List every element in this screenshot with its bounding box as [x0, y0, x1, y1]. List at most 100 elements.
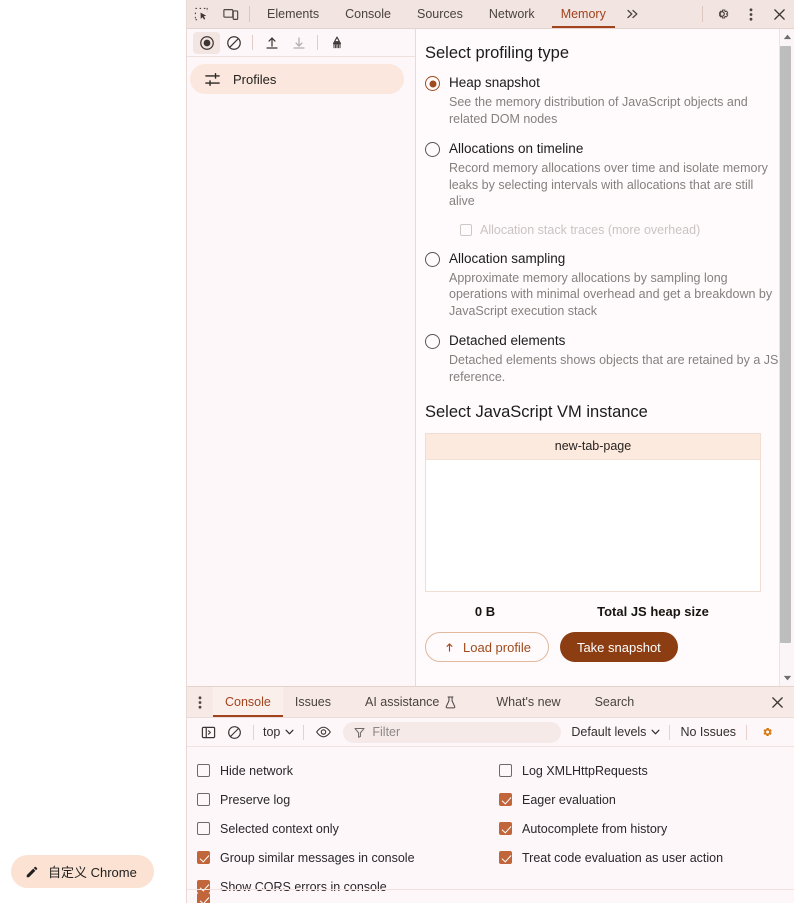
tab-console[interactable]: Console: [332, 0, 404, 28]
setting-eager-evaluation[interactable]: Eager evaluation: [499, 785, 781, 814]
drawer-tab-whats-new[interactable]: What's new: [468, 687, 572, 717]
tabbar-spacer: [648, 0, 698, 28]
radio-detached-elements[interactable]: [425, 334, 440, 349]
drawer-tab-console[interactable]: Console: [213, 687, 283, 717]
live-expression-icon[interactable]: [310, 722, 336, 743]
tabbar-divider: [249, 6, 250, 22]
inspect-element-icon[interactable]: [187, 0, 216, 28]
setting-show-cors-errors[interactable]: Show CORS errors in console: [197, 872, 491, 901]
console-settings-gear-icon[interactable]: [753, 722, 779, 743]
drawer-close-icon[interactable]: [760, 687, 794, 717]
profiling-option-allocations-on-timeline[interactable]: Allocations on timeline Record memory al…: [425, 140, 779, 237]
vm-table-body[interactable]: [426, 460, 760, 591]
scrollbar-track-pad[interactable]: [780, 644, 794, 670]
heap-size-label: Total JS heap size: [597, 604, 709, 619]
tab-sources[interactable]: Sources: [404, 0, 476, 28]
scrollbar-thumb[interactable]: [779, 46, 791, 643]
console-levels-label: Default levels: [571, 725, 647, 739]
profiling-type-panel: Select profiling type Heap snapshot See …: [416, 29, 779, 686]
setting-log-xmlhttprequests[interactable]: Log XMLHttpRequests: [499, 756, 781, 785]
close-icon[interactable]: [765, 0, 794, 28]
screenshot-root: 自定义 Chrome Elements Console Sources Netw…: [0, 0, 794, 903]
checkbox[interactable]: [197, 764, 210, 777]
console-context-selector[interactable]: top: [260, 725, 297, 739]
clear-console-icon[interactable]: [221, 722, 247, 743]
console-toolbar: top Filter Default levels No Issues: [187, 718, 794, 747]
checkbox[interactable]: [499, 764, 512, 777]
vm-instance-table[interactable]: new-tab-page: [425, 433, 761, 592]
load-profile-label: Load profile: [463, 639, 531, 655]
tab-network[interactable]: Network: [476, 0, 548, 28]
console-settings-right-column: Log XMLHttpRequests Eager evaluation Aut…: [491, 756, 781, 901]
setting-label: Show CORS errors in console: [220, 879, 387, 894]
radio-allocations-on-timeline[interactable]: [425, 142, 440, 157]
console-levels-selector[interactable]: Default levels: [568, 725, 663, 739]
take-snapshot-button[interactable]: Take snapshot: [559, 632, 678, 662]
console-toolbar-divider: [253, 724, 254, 740]
checkbox[interactable]: [197, 880, 210, 893]
scroll-up-icon[interactable]: [780, 29, 794, 45]
record-icon[interactable]: [193, 31, 220, 54]
radio-allocation-sampling[interactable]: [425, 251, 440, 267]
setting-label: Treat code evaluation as user action: [522, 850, 724, 865]
profiling-option-detached-elements[interactable]: Detached elements Detached elements show…: [425, 332, 779, 385]
gear-icon[interactable]: [707, 0, 736, 28]
option-description: Record memory allocations over time and …: [449, 161, 768, 208]
sidebar-item-profiles[interactable]: Profiles: [190, 64, 404, 94]
setting-hide-network[interactable]: Hide network: [197, 756, 491, 785]
console-toolbar-divider-2: [303, 724, 305, 740]
setting-label: Group similar messages in console: [220, 850, 415, 865]
option-title: Heap snapshot: [449, 75, 540, 90]
checkbox[interactable]: [499, 793, 512, 806]
kebab-menu-icon[interactable]: [736, 0, 765, 28]
option-description: Detached elements shows objects that are…: [449, 353, 779, 384]
tab-memory[interactable]: Memory: [548, 0, 619, 28]
setting-group-similar-messages[interactable]: Group similar messages in console: [197, 843, 491, 872]
tab-label: Console: [345, 7, 391, 21]
drawer-tab-ai-assistance[interactable]: AI assistance: [343, 687, 468, 717]
setting-selected-context-only[interactable]: Selected context only: [197, 814, 491, 843]
chevron-double-right-icon[interactable]: [619, 0, 648, 28]
upload-icon[interactable]: [258, 32, 285, 54]
setting-preserve-log[interactable]: Preserve log: [197, 785, 491, 814]
device-toolbar-icon[interactable]: [216, 0, 245, 28]
console-no-issues-label[interactable]: No Issues: [676, 725, 740, 739]
customize-chrome-button[interactable]: 自定义 Chrome: [11, 855, 154, 888]
drawer-tab-search[interactable]: Search: [573, 687, 647, 717]
console-settings-columns: Hide network Preserve log Selected conte…: [187, 756, 794, 901]
load-profile-button[interactable]: Load profile: [425, 632, 549, 662]
console-sidebar-icon[interactable]: [195, 722, 221, 743]
drawer-tab-issues[interactable]: Issues: [283, 687, 343, 717]
checkbox[interactable]: [499, 851, 512, 864]
drawer-tab-label: Issues: [294, 695, 332, 709]
drawer-kebab-menu-icon[interactable]: [187, 687, 213, 717]
checkbox[interactable]: [197, 793, 210, 806]
drawer-tabbar-spacer: [646, 687, 760, 717]
scroll-down-icon[interactable]: [780, 670, 794, 686]
setting-treat-code-evaluation[interactable]: Treat code evaluation as user action: [499, 843, 781, 872]
console-filter-placeholder: Filter: [372, 725, 401, 739]
collect-garbage-icon[interactable]: [323, 32, 350, 54]
customize-chrome-label: 自定义 Chrome: [48, 865, 137, 880]
take-snapshot-label: Take snapshot: [576, 639, 661, 655]
drawer-tabbar: Console Issues AI assistance What's new …: [187, 687, 794, 718]
setting-autocomplete-from-history[interactable]: Autocomplete from history: [499, 814, 781, 843]
console-settings-divider: [187, 889, 794, 890]
profiling-option-allocation-sampling[interactable]: Allocation sampling Approximate memory a…: [425, 250, 779, 320]
content-scrollbar[interactable]: [779, 29, 794, 686]
radio-heap-snapshot[interactable]: [425, 76, 440, 91]
console-prompt-row-partial[interactable]: [197, 893, 220, 903]
clear-icon[interactable]: [220, 32, 247, 54]
checkbox[interactable]: [197, 851, 210, 864]
console-filter-input[interactable]: Filter: [343, 721, 562, 743]
option-title: Allocation sampling: [449, 250, 566, 266]
checkbox[interactable]: [197, 822, 210, 835]
tab-elements[interactable]: Elements: [254, 0, 332, 28]
profiling-option-heap-snapshot[interactable]: Heap snapshot See the memory distributio…: [425, 74, 779, 127]
toolbar-divider: [252, 35, 253, 50]
setting-label: Selected context only: [220, 821, 339, 836]
setting-label: Eager evaluation: [522, 792, 616, 807]
checkbox[interactable]: [197, 893, 210, 903]
checkbox[interactable]: [499, 822, 512, 835]
scrollbar-track[interactable]: [779, 45, 794, 670]
